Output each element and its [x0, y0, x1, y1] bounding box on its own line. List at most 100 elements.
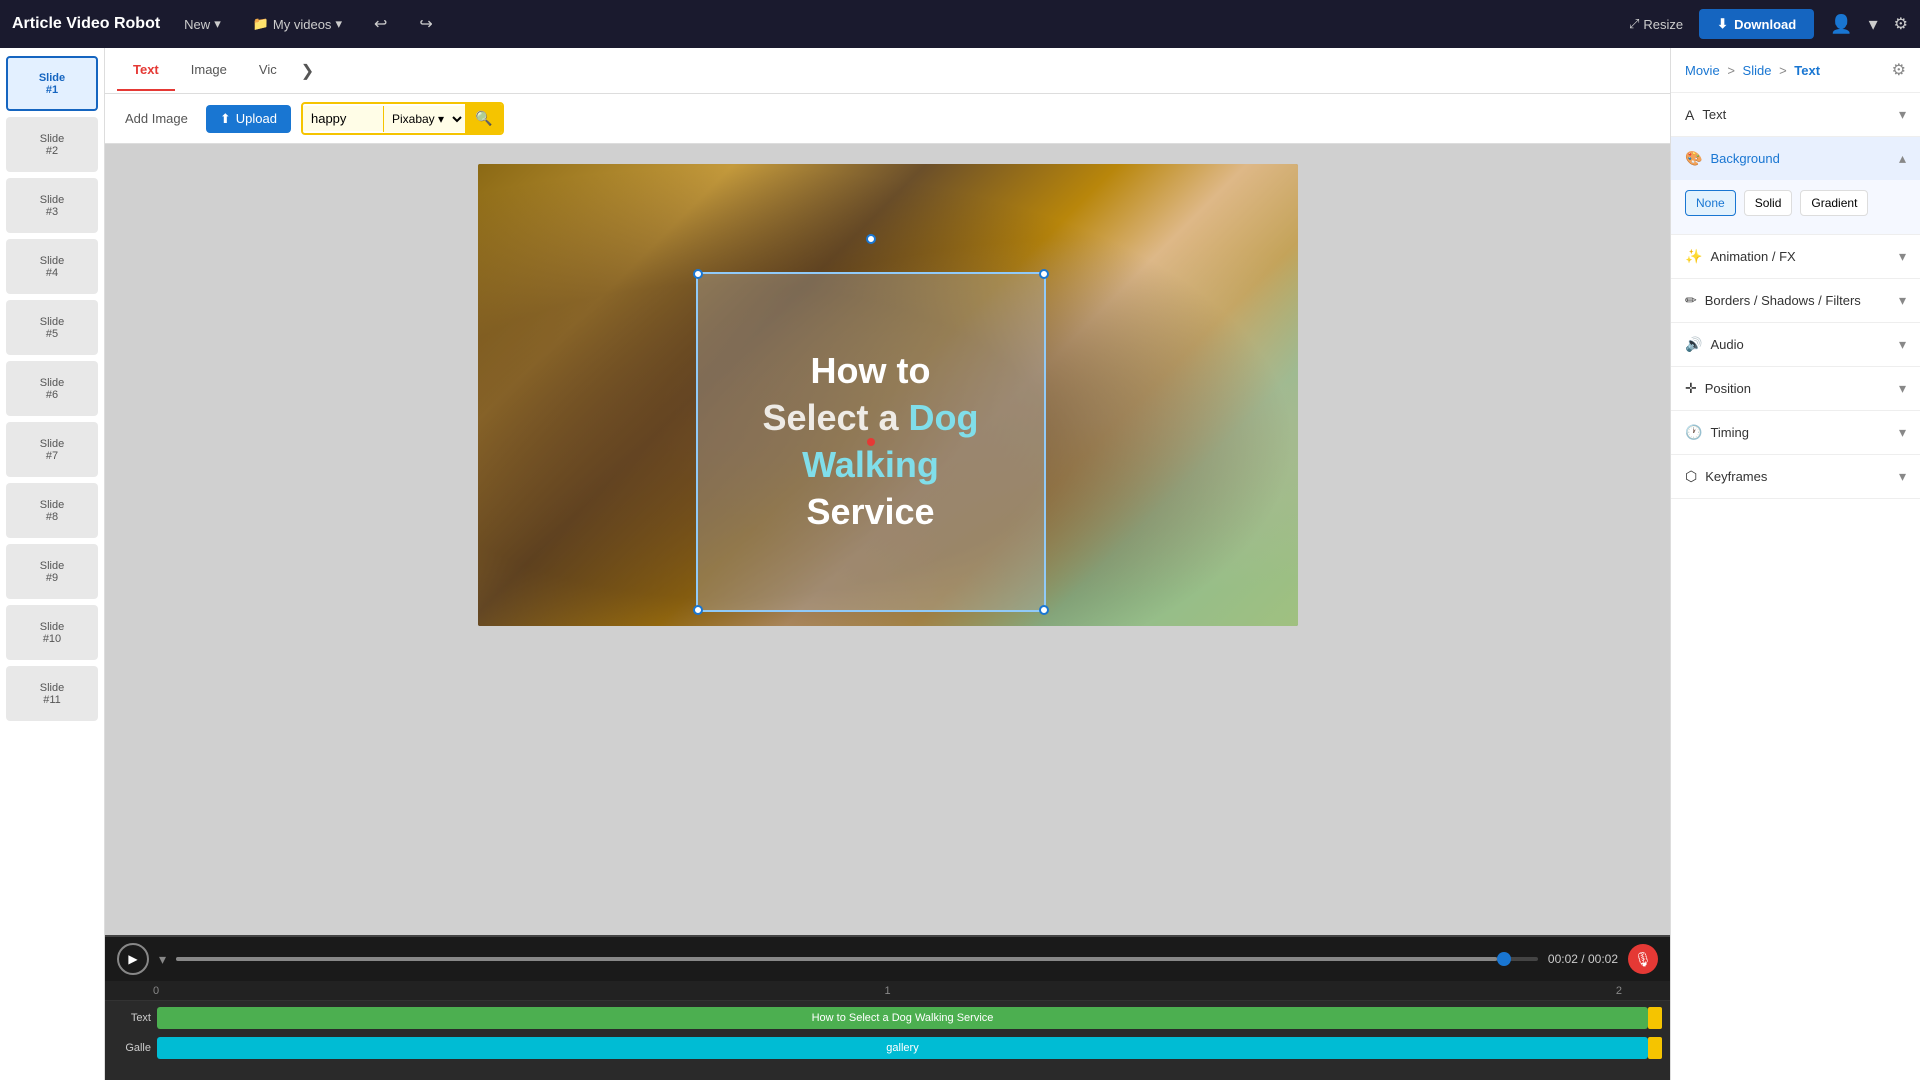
section-animation-chevron: ▾	[1899, 248, 1906, 265]
track-bar-gallery[interactable]: gallery	[157, 1037, 1648, 1059]
my-videos-label: My videos	[273, 17, 332, 32]
resize-handle-bl[interactable]	[693, 605, 703, 615]
section-position: ✛ Position ▾	[1671, 367, 1920, 411]
slide-thumb-3[interactable]: Slide#3	[6, 178, 98, 233]
slide-thumb-4[interactable]: Slide#4	[6, 239, 98, 294]
section-timing: 🕐 Timing ▾	[1671, 411, 1920, 455]
add-image-button[interactable]: Add Image	[117, 107, 196, 130]
track-bar-wrapper-text: How to Select a Dog Walking Service	[157, 1007, 1662, 1029]
undo-button[interactable]: ↩	[366, 10, 395, 38]
track-row-text: Text How to Select a Dog Walking Service	[113, 1005, 1662, 1031]
section-animation-label: Animation / FX	[1710, 249, 1795, 264]
resize-handle-tl[interactable]	[693, 269, 703, 279]
section-borders: ✏ Borders / Shadows / Filters ▾	[1671, 279, 1920, 323]
timeline-progress	[176, 957, 1497, 961]
tab-more-button[interactable]: ❯	[293, 49, 322, 93]
color-option-solid[interactable]: Solid	[1744, 190, 1793, 216]
section-background-header[interactable]: 🎨 Background ▴	[1671, 137, 1920, 180]
section-text-header[interactable]: A Text ▾	[1671, 93, 1920, 136]
section-text-title: A Text	[1685, 107, 1726, 123]
slide-thumb-2[interactable]: Slide#2	[6, 117, 98, 172]
play-button[interactable]: ▶	[117, 943, 149, 975]
center-handle[interactable]	[867, 438, 875, 446]
new-dropdown-icon: ▾	[214, 16, 221, 32]
section-background: 🎨 Background ▴ None Solid Gradient	[1671, 137, 1920, 235]
search-icon: 🔍	[475, 110, 492, 126]
right-panel: Movie > Slide > Text ⚙ A Text ▾ �	[1670, 48, 1920, 1080]
track-end-marker-text[interactable]	[1648, 1007, 1662, 1029]
section-keyframes-chevron: ▾	[1899, 468, 1906, 485]
timing-section-icon: 🕐	[1685, 424, 1702, 441]
track-content-text: How to Select a Dog Walking Service	[812, 1012, 994, 1024]
timeline-options-button[interactable]: ▾	[159, 951, 166, 968]
search-button[interactable]: 🔍	[465, 104, 502, 133]
section-audio: 🔊 Audio ▾	[1671, 323, 1920, 367]
timeline-tracks: Text How to Select a Dog Walking Service…	[105, 1001, 1670, 1080]
borders-section-icon: ✏	[1685, 292, 1697, 309]
color-option-none[interactable]: None	[1685, 190, 1736, 216]
timeline-thumb[interactable]	[1497, 952, 1511, 966]
mic-icon: 🎙	[1634, 951, 1652, 968]
download-label: Download	[1734, 17, 1796, 32]
section-background-label: Background	[1710, 151, 1779, 166]
time-current: 00:02	[1548, 952, 1578, 966]
slide-thumb-8[interactable]: Slide#8	[6, 483, 98, 538]
folder-icon: 📁	[253, 16, 269, 32]
new-button[interactable]: New ▾	[176, 12, 229, 36]
section-keyframes-title: ⬡ Keyframes	[1685, 468, 1767, 485]
section-position-header[interactable]: ✛ Position ▾	[1671, 367, 1920, 410]
canvas-line3: Walking	[762, 442, 978, 489]
my-videos-button[interactable]: 📁 My videos ▾	[245, 12, 350, 36]
section-audio-label: Audio	[1710, 337, 1743, 352]
rotate-handle[interactable]	[866, 234, 876, 244]
slide-thumb-11[interactable]: Slide#11	[6, 666, 98, 721]
slide-thumb-7[interactable]: Slide#7	[6, 422, 98, 477]
resize-button[interactable]: ⤢ Resize	[1629, 16, 1683, 32]
account-dropdown-button[interactable]: ▾	[1869, 14, 1878, 35]
slide-thumb-1[interactable]: Slide#1	[6, 56, 98, 111]
search-source-select[interactable]: Pixabay ▾ Unsplash Pexels	[383, 106, 465, 132]
section-audio-header[interactable]: 🔊 Audio ▾	[1671, 323, 1920, 366]
tab-image[interactable]: Image	[175, 50, 243, 91]
search-input[interactable]	[303, 106, 383, 131]
section-background-chevron: ▴	[1899, 150, 1906, 167]
track-label-text: Text	[113, 1012, 151, 1024]
track-end-marker-gallery[interactable]	[1648, 1037, 1662, 1059]
text-overlay[interactable]: How to Select a Dog Walking Service	[696, 272, 1046, 612]
resize-handle-br[interactable]	[1039, 605, 1049, 615]
canvas-line2: Select a Dog	[762, 395, 978, 442]
slides-panel: Slide#1 Slide#2 Slide#3 Slide#4 Slide#5 …	[0, 48, 105, 1080]
resize-icon: ⤢	[1629, 16, 1639, 32]
resize-handle-tr[interactable]	[1039, 269, 1049, 279]
canvas-area[interactable]: How to Select a Dog Walking Service	[105, 144, 1670, 935]
redo-button[interactable]: ↪	[411, 10, 440, 38]
new-label: New	[184, 17, 210, 32]
section-keyframes-header[interactable]: ⬡ Keyframes ▾	[1671, 455, 1920, 498]
section-position-chevron: ▾	[1899, 380, 1906, 397]
avatar-button[interactable]: 👤	[1830, 14, 1852, 35]
section-borders-title: ✏ Borders / Shadows / Filters	[1685, 292, 1861, 309]
breadcrumb-slide[interactable]: Slide	[1743, 63, 1772, 78]
slide-thumb-6[interactable]: Slide#6	[6, 361, 98, 416]
upload-button[interactable]: ⬆ Upload	[206, 105, 291, 133]
search-wrapper: Pixabay ▾ Unsplash Pexels 🔍	[301, 102, 504, 135]
canvas-line2-highlight: Dog	[909, 397, 979, 438]
color-option-gradient[interactable]: Gradient	[1800, 190, 1868, 216]
breadcrumb-current: Text	[1794, 63, 1820, 78]
panel-settings-button[interactable]: ⚙	[1892, 60, 1906, 80]
slide-thumb-10[interactable]: Slide#10	[6, 605, 98, 660]
breadcrumb-movie[interactable]: Movie	[1685, 63, 1720, 78]
section-audio-chevron: ▾	[1899, 336, 1906, 353]
tab-text[interactable]: Text	[117, 50, 175, 91]
track-bar-text[interactable]: How to Select a Dog Walking Service	[157, 1007, 1648, 1029]
global-settings-button[interactable]: ⚙	[1894, 14, 1908, 34]
slide-thumb-5[interactable]: Slide#5	[6, 300, 98, 355]
section-animation-header[interactable]: ✨ Animation / FX ▾	[1671, 235, 1920, 278]
slide-thumb-9[interactable]: Slide#9	[6, 544, 98, 599]
section-timing-header[interactable]: 🕐 Timing ▾	[1671, 411, 1920, 454]
section-borders-header[interactable]: ✏ Borders / Shadows / Filters ▾	[1671, 279, 1920, 322]
timeline-scrubber[interactable]	[176, 957, 1538, 961]
tab-vic[interactable]: Vic	[243, 50, 293, 91]
mic-button[interactable]: 🎙	[1628, 944, 1658, 974]
download-button[interactable]: ⬇ Download	[1699, 9, 1814, 39]
